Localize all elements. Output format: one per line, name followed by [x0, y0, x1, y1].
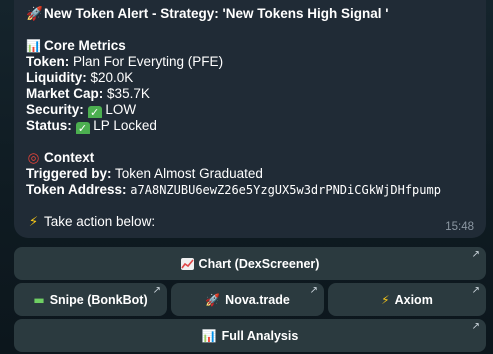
- lightning-icon: ⚡: [381, 292, 390, 307]
- address-label: Token Address:: [26, 182, 127, 197]
- alert-title: New Token Alert - Strategy: 'New Tokens …: [44, 6, 389, 21]
- target-icon: ◎: [27, 150, 40, 166]
- security-value: LOW: [105, 102, 137, 117]
- market-cap-label: Market Cap:: [26, 86, 104, 101]
- full-analysis-button-label: Full Analysis: [221, 328, 299, 343]
- address-row: Token Address: a7A8NZUBU6ewZ26e5YzgUX5w3…: [26, 182, 474, 198]
- external-link-icon: ↗: [471, 249, 480, 260]
- metrics-heading: Core Metrics: [44, 38, 126, 53]
- check-icon: ✓: [75, 122, 90, 134]
- liquidity-value: $20.0K: [90, 70, 134, 85]
- chart-button-label: Chart (DexScreener): [198, 256, 320, 271]
- token-value: Plan For Everyting (PFE): [73, 54, 224, 69]
- rocket-icon: 🚀: [205, 292, 221, 307]
- external-link-icon: ↗: [152, 285, 161, 296]
- bar-chart-icon: 📊: [201, 328, 217, 343]
- context-heading-line: ◎ Context: [26, 150, 474, 166]
- gun-icon: ▬: [33, 292, 45, 307]
- rocket-icon: 🚀: [26, 6, 43, 22]
- status-label: Status:: [26, 118, 72, 133]
- lightning-icon: ⚡: [28, 214, 39, 230]
- token-address[interactable]: a7A8NZUBU6ewZ26e5YzgUX5w3drPNDiCGkWjDHfp…: [130, 183, 441, 197]
- action-line: ⚡ Take action below:: [26, 214, 474, 230]
- snipe-button-label: Snipe (BonkBot): [49, 292, 148, 307]
- security-row: Security: ✓ LOW: [26, 102, 474, 118]
- action-text: Take action below:: [44, 214, 156, 229]
- context-heading: Context: [44, 150, 95, 165]
- axiom-button[interactable]: ⚡ Axiom ↗: [328, 283, 486, 316]
- external-link-icon: ↗: [471, 321, 480, 332]
- liquidity-row: Liquidity: $20.0K: [26, 70, 474, 86]
- chart-button[interactable]: Chart (DexScreener) ↗: [14, 247, 486, 280]
- metrics-heading-line: 📊 Core Metrics: [26, 38, 474, 54]
- token-row: Token: Plan For Everyting (PFE): [26, 54, 474, 70]
- token-label: Token:: [26, 54, 70, 69]
- message-bubble: 🚀New Token Alert - Strategy: 'New Tokens…: [14, 0, 486, 238]
- security-label: Security:: [26, 102, 84, 117]
- status-value: LP Locked: [93, 118, 157, 133]
- status-row: Status: ✓ LP Locked: [26, 118, 474, 134]
- triggered-label: Triggered by:: [26, 166, 112, 181]
- external-link-icon: ↗: [309, 285, 318, 296]
- nova-button[interactable]: 🚀 Nova.trade ↗: [171, 283, 324, 316]
- check-icon: ✓: [87, 106, 102, 118]
- chat-view: 🚀New Token Alert - Strategy: 'New Tokens…: [0, 0, 493, 354]
- alert-title-line: 🚀New Token Alert - Strategy: 'New Tokens…: [26, 6, 474, 22]
- market-cap-value: $35.7K: [107, 86, 150, 101]
- market-cap-row: Market Cap: $35.7K: [26, 86, 474, 102]
- chart-icon: [180, 257, 194, 270]
- nova-button-label: Nova.trade: [225, 292, 290, 307]
- full-analysis-button[interactable]: 📊 Full Analysis ↗: [14, 319, 486, 352]
- liquidity-label: Liquidity:: [26, 70, 87, 85]
- external-link-icon: ↗: [471, 285, 480, 296]
- snipe-button[interactable]: ▬ Snipe (BonkBot) ↗: [14, 283, 167, 316]
- triggered-row: Triggered by: Token Almost Graduated: [26, 166, 474, 182]
- bar-chart-icon: 📊: [26, 39, 41, 53]
- triggered-value: Token Almost Graduated: [115, 166, 263, 181]
- message-time: 15:48: [445, 221, 474, 233]
- axiom-button-label: Axiom: [394, 292, 433, 307]
